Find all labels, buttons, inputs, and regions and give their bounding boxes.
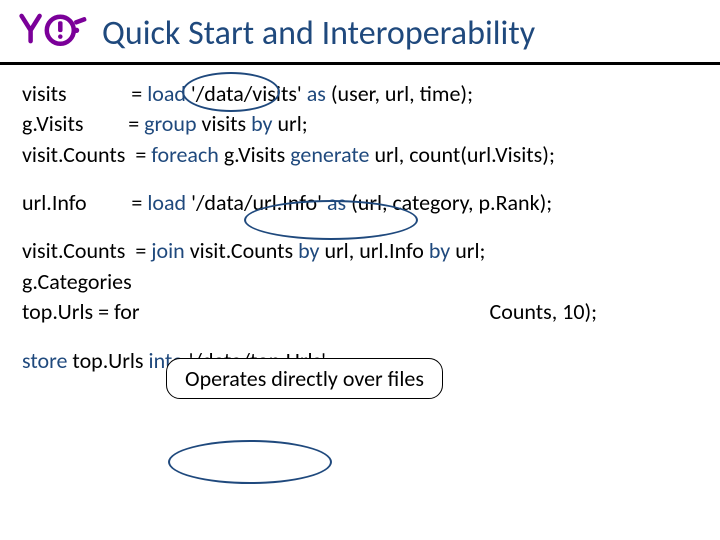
slide-title: Quick Start and Interoperability <box>102 13 535 54</box>
yahoo-logo <box>18 10 90 56</box>
oval-annotation-1 <box>182 72 280 112</box>
oval-annotation-3 <box>168 440 332 484</box>
oval-annotation-2 <box>244 200 418 240</box>
callout-box: Operates directly over files <box>166 358 443 399</box>
